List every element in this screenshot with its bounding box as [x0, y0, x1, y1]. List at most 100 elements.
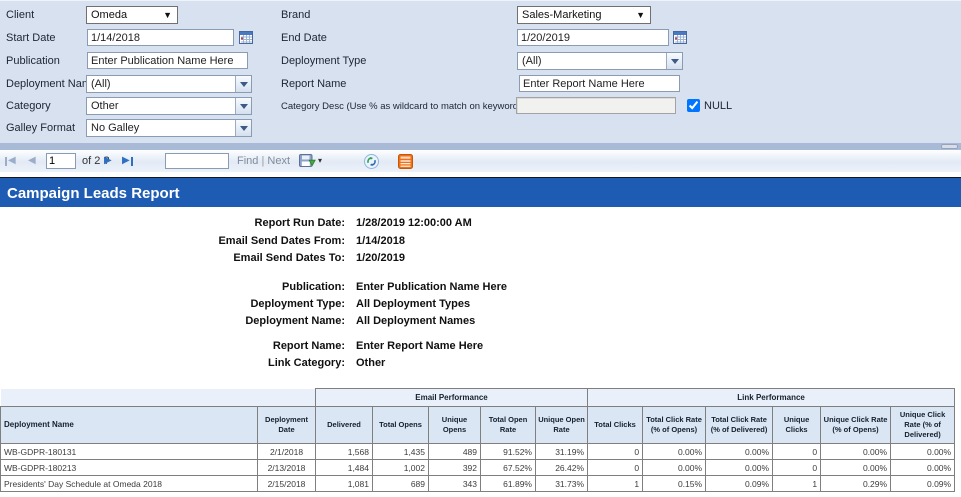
- client-label: Client: [6, 9, 34, 21]
- report-name-meta-label: Report Name:: [98, 340, 345, 352]
- email-send-dates-from-value: 1/14/2018: [356, 235, 405, 247]
- cell-total-click-rate-opens: 0.15%: [643, 476, 706, 492]
- data-feed-export-button[interactable]: [398, 150, 413, 172]
- deployment-type-value: (All): [522, 55, 542, 67]
- null-checkbox[interactable]: [687, 99, 700, 112]
- client-dropdown-value: Omeda: [91, 9, 127, 21]
- cell-unique-opens: 343: [429, 476, 481, 492]
- deployment-type-meta-value: All Deployment Types: [356, 298, 470, 310]
- link-performance-group-header: Link Performance: [588, 389, 955, 407]
- publication-meta-value: Enter Publication Name Here: [356, 281, 507, 293]
- splitter-collapse-handle[interactable]: [941, 144, 958, 149]
- brand-dropdown-value: Sales-Marketing: [522, 9, 601, 21]
- start-date-input[interactable]: [87, 29, 234, 46]
- combo-dropdown-button[interactable]: [235, 76, 251, 92]
- start-date-label: Start Date: [6, 32, 56, 44]
- find-next-links: Find | Next: [237, 155, 290, 167]
- col-unique-click-rate-delivered: Unique Click Rate (% of Delivered): [891, 407, 955, 444]
- cell-total-opens: 1,435: [373, 444, 429, 460]
- chevron-down-icon: [240, 82, 248, 87]
- cell-total-clicks: 0: [588, 444, 643, 460]
- col-unique-clicks: Unique Clicks: [773, 407, 821, 444]
- cell-unique-open-rate: 31.73%: [536, 476, 588, 492]
- chevron-down-icon: ▼: [163, 10, 172, 20]
- report-title: Campaign Leads Report: [7, 185, 180, 202]
- email-send-dates-to-value: 1/20/2019: [356, 252, 405, 264]
- cell-total-open-rate: 91.52%: [481, 444, 536, 460]
- export-menu-caret[interactable]: ▾: [318, 156, 322, 165]
- category-desc-label: Category Desc (Use % as wildcard to matc…: [281, 101, 521, 112]
- combo-dropdown-button[interactable]: [235, 120, 251, 136]
- page-number-input[interactable]: [46, 153, 76, 169]
- last-page-bar-icon: [131, 157, 133, 166]
- report-run-date-value: 1/28/2019 12:00:00 AM: [356, 217, 472, 229]
- cell-unique-clicks: 0: [773, 460, 821, 476]
- galley-format-combo[interactable]: No Galley: [86, 119, 252, 137]
- category-combo[interactable]: Other: [86, 97, 252, 115]
- find-link[interactable]: Find: [237, 155, 258, 167]
- col-total-clicks: Total Clicks: [588, 407, 643, 444]
- find-text-input[interactable]: [165, 153, 229, 169]
- previous-page-button[interactable]: ◀: [28, 150, 36, 172]
- cell-total-click-rate-delivered: 0.00%: [706, 460, 773, 476]
- data-feed-icon: [398, 154, 413, 169]
- publication-meta-label: Publication:: [98, 281, 345, 293]
- chevron-down-icon: ▼: [636, 10, 645, 20]
- previous-page-icon: ◀: [28, 156, 36, 166]
- cell-unique-click-rate-opens: 0.00%: [821, 444, 891, 460]
- col-delivered: Delivered: [316, 407, 373, 444]
- cell-total-click-rate-delivered: 0.00%: [706, 444, 773, 460]
- export-button[interactable]: [299, 150, 316, 172]
- col-deployment-date: Deployment Date: [258, 407, 316, 444]
- cell-unique-open-rate: 26.42%: [536, 460, 588, 476]
- cell-total-click-rate-opens: 0.00%: [643, 444, 706, 460]
- refresh-button[interactable]: [364, 150, 379, 172]
- next-link[interactable]: Next: [267, 155, 290, 167]
- combo-dropdown-button[interactable]: [666, 53, 682, 69]
- brand-dropdown[interactable]: Sales-Marketing ▼: [517, 6, 651, 24]
- cell-deployment-date: 2/15/2018: [258, 476, 316, 492]
- cell-total-open-rate: 61.89%: [481, 476, 536, 492]
- cell-unique-click-rate-delivered: 0.09%: [891, 476, 955, 492]
- category-label: Category: [6, 100, 51, 112]
- cell-delivered: 1,484: [316, 460, 373, 476]
- galley-format-value: No Galley: [91, 122, 139, 134]
- col-unique-open-rate: Unique Open Rate: [536, 407, 588, 444]
- calendar-icon[interactable]: [239, 30, 254, 45]
- null-checkbox-label: NULL: [704, 100, 732, 112]
- first-page-bar-icon: [5, 157, 7, 166]
- combo-dropdown-button[interactable]: [235, 98, 251, 114]
- report-name-input[interactable]: [519, 75, 680, 92]
- table-row: WB-GDPR-180131 2/1/2018 1,568 1,435 489 …: [1, 444, 955, 460]
- publication-input[interactable]: [87, 52, 248, 69]
- last-page-button[interactable]: ▶: [122, 150, 133, 172]
- cell-total-opens: 1,002: [373, 460, 429, 476]
- client-dropdown[interactable]: Omeda ▼: [86, 6, 178, 24]
- chevron-down-icon: [671, 59, 679, 64]
- first-page-button[interactable]: ◀: [5, 150, 16, 172]
- table-row: Presidents' Day Schedule at Omeda 2018 2…: [1, 476, 955, 492]
- cell-unique-clicks: 0: [773, 444, 821, 460]
- col-unique-click-rate-opens: Unique Click Rate (% of Opens): [821, 407, 891, 444]
- cell-deployment-name: Presidents' Day Schedule at Omeda 2018: [1, 476, 258, 492]
- report-toolbar: ◀ ◀ of 2 ? ▶ ▶ Find | Next ▾: [0, 150, 961, 172]
- report-viewer-screen: Client Omeda ▼ Brand Sales-Marketing ▼ S…: [0, 0, 961, 497]
- calendar-icon[interactable]: [673, 30, 688, 45]
- cell-delivered: 1,568: [316, 444, 373, 460]
- email-send-dates-to-label: Email Send Dates To:: [98, 252, 345, 264]
- end-date-label: End Date: [281, 32, 327, 44]
- brand-label: Brand: [281, 9, 310, 21]
- next-page-button[interactable]: ▶: [104, 150, 112, 172]
- cell-unique-opens: 392: [429, 460, 481, 476]
- cell-unique-click-rate-delivered: 0.00%: [891, 460, 955, 476]
- next-page-icon: ▶: [104, 156, 112, 166]
- link-category-meta-value: Other: [356, 357, 385, 369]
- deployment-name-combo[interactable]: (All): [86, 75, 252, 93]
- deployment-type-combo[interactable]: (All): [517, 52, 683, 70]
- cell-unique-opens: 489: [429, 444, 481, 460]
- cell-delivered: 1,081: [316, 476, 373, 492]
- col-deployment-name: Deployment Name: [1, 407, 258, 444]
- end-date-input[interactable]: [517, 29, 669, 46]
- last-page-icon: ▶: [122, 156, 130, 166]
- panel-splitter[interactable]: [0, 143, 961, 150]
